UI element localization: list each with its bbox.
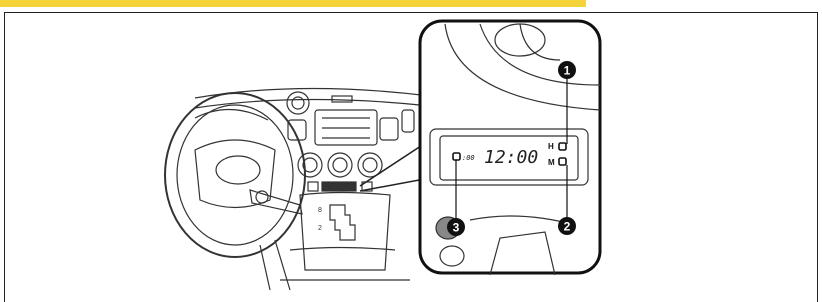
- reset-button[interactable]: [452, 152, 461, 161]
- svg-text:2: 2: [318, 225, 322, 232]
- dashboard-drawing: 8 2: [164, 87, 431, 290]
- dashboard-illustration: 8 2 :00 12:00 H M 1 2 3: [164, 19, 602, 290]
- callout-1: 1: [558, 61, 576, 79]
- hour-label: H: [548, 142, 554, 151]
- magnified-inset: :00 12:00 H M 1 2 3: [418, 19, 602, 276]
- hour-button[interactable]: [558, 142, 567, 151]
- svg-text:3: 3: [453, 221, 460, 235]
- svg-text:2: 2: [564, 220, 571, 234]
- minute-button[interactable]: [558, 157, 567, 166]
- clock-small-label: :00: [462, 154, 475, 162]
- steering-wheel: [164, 92, 306, 258]
- callout-3: 3: [447, 218, 465, 236]
- minute-label: M: [548, 158, 555, 167]
- svg-text:8: 8: [318, 207, 322, 214]
- callout-2: 2: [558, 217, 576, 235]
- svg-text:1: 1: [564, 64, 571, 78]
- clock-time: 12:00: [484, 147, 538, 168]
